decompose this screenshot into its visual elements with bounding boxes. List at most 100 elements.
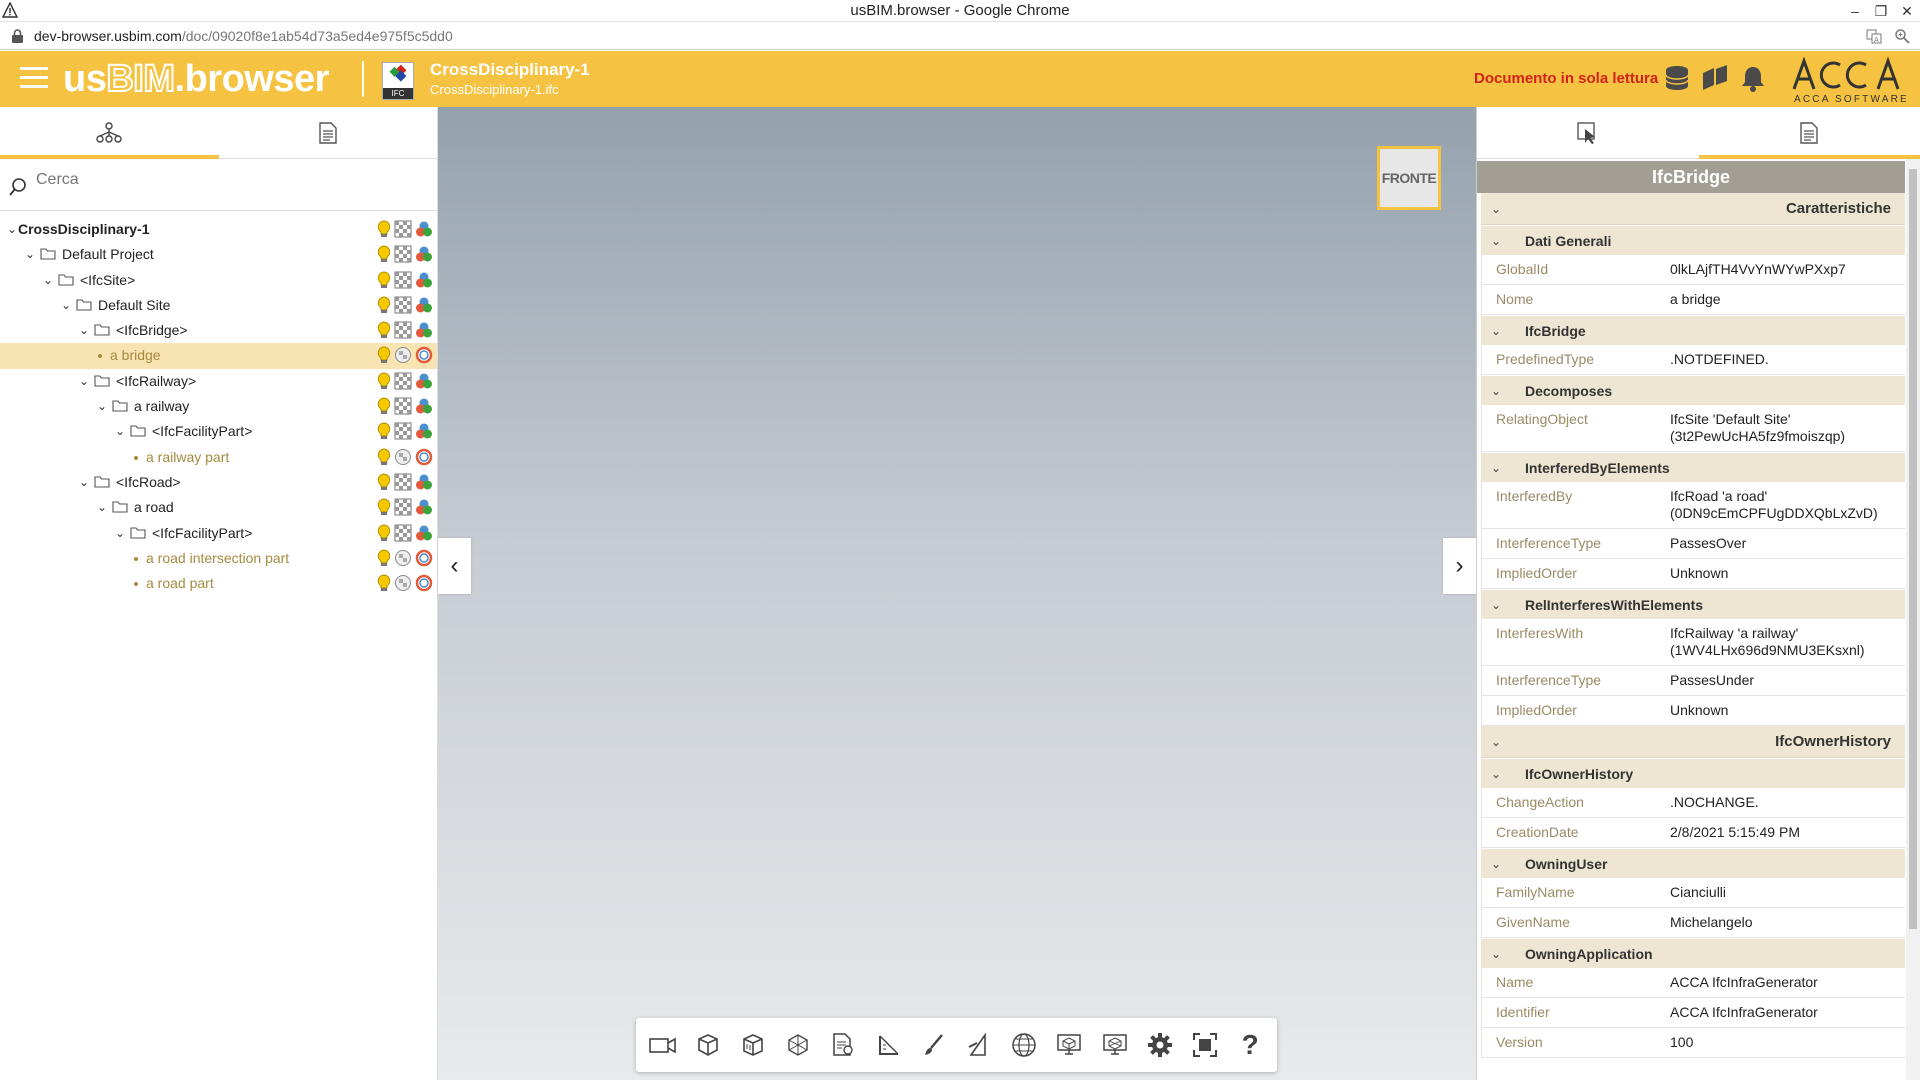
visibility-bulb-icon[interactable] bbox=[377, 422, 391, 440]
url-text[interactable]: dev-browser.usbim.com/doc/09020f8e1ab54d… bbox=[34, 22, 453, 50]
property-group-header[interactable]: ⌄ IfcBridge bbox=[1481, 315, 1905, 345]
tree-row[interactable]: ⌄ <IfcFacilityPart> bbox=[0, 521, 437, 546]
color-circles-icon[interactable] bbox=[415, 473, 433, 491]
color-circles-icon[interactable] bbox=[415, 271, 433, 289]
view-cube[interactable]: FRONTE bbox=[1377, 146, 1441, 210]
close-button[interactable]: ✕ bbox=[1894, 0, 1920, 22]
transparency-icon[interactable] bbox=[394, 524, 412, 542]
chevron-down-icon[interactable]: ⌄ bbox=[42, 268, 54, 293]
chevron-down-icon[interactable]: ⌄ bbox=[96, 495, 108, 520]
visibility-bulb-icon[interactable] bbox=[377, 296, 391, 314]
tree-row[interactable]: ⌄ a road bbox=[0, 495, 437, 520]
models-icon[interactable] bbox=[1700, 63, 1730, 93]
scrollbar-thumb[interactable] bbox=[1909, 169, 1917, 929]
transparency-icon[interactable] bbox=[394, 245, 412, 263]
model-view-2-button[interactable] bbox=[1097, 1027, 1133, 1063]
visibility-bulb-icon[interactable] bbox=[377, 271, 391, 289]
color-circles-icon[interactable] bbox=[415, 524, 433, 542]
color-ring-icon[interactable] bbox=[415, 448, 433, 466]
visibility-bulb-icon[interactable] bbox=[377, 245, 391, 263]
box-view-button[interactable] bbox=[735, 1027, 771, 1063]
cube-view-button[interactable] bbox=[690, 1027, 726, 1063]
visibility-bulb-icon[interactable] bbox=[377, 448, 391, 466]
zoom-icon[interactable] bbox=[1894, 28, 1910, 44]
fit-view-button[interactable] bbox=[1187, 1027, 1223, 1063]
measure-button[interactable] bbox=[871, 1027, 907, 1063]
transparency-icon[interactable] bbox=[394, 422, 412, 440]
chevron-down-icon[interactable]: ⌄ bbox=[78, 470, 90, 495]
tab-selection[interactable] bbox=[1477, 107, 1699, 158]
property-group-header[interactable]: ⌄ OwningApplication bbox=[1481, 938, 1905, 968]
properties-scrollbar[interactable] bbox=[1906, 159, 1920, 1080]
collapse-right-panel-button[interactable]: › bbox=[1443, 538, 1476, 594]
properties-button[interactable] bbox=[825, 1027, 861, 1063]
visibility-bulb-icon[interactable] bbox=[377, 321, 391, 339]
menu-button[interactable] bbox=[20, 67, 48, 91]
chevron-down-icon[interactable]: ⌄ bbox=[60, 293, 72, 318]
collapse-left-panel-button[interactable]: ‹ bbox=[438, 538, 471, 594]
tab-documents[interactable] bbox=[219, 107, 438, 158]
database-icon[interactable] bbox=[1662, 63, 1692, 93]
property-group-header[interactable]: ⌄ IfcOwnerHistory bbox=[1481, 758, 1905, 788]
transparency-icon[interactable] bbox=[394, 321, 412, 339]
color-circles-icon[interactable] bbox=[415, 397, 433, 415]
color-ring-icon[interactable] bbox=[415, 574, 433, 592]
color-circles-icon[interactable] bbox=[415, 422, 433, 440]
help-button[interactable]: ? bbox=[1232, 1027, 1268, 1063]
transparency-icon[interactable] bbox=[394, 397, 412, 415]
color-circles-icon[interactable] bbox=[415, 245, 433, 263]
chevron-down-icon[interactable]: ⌄ bbox=[6, 217, 18, 242]
color-ring-icon[interactable] bbox=[415, 346, 433, 364]
transparency-icon[interactable] bbox=[394, 271, 412, 289]
tree-row[interactable]: ⌄ <IfcSite> bbox=[0, 268, 437, 293]
tree-row[interactable]: ⌄ <IfcBridge> bbox=[0, 318, 437, 343]
paint-button[interactable] bbox=[916, 1027, 952, 1063]
transparency-icon[interactable] bbox=[394, 473, 412, 491]
address-bar[interactable]: dev-browser.usbim.com/doc/09020f8e1ab54d… bbox=[0, 22, 1920, 50]
visibility-bulb-icon[interactable] bbox=[377, 397, 391, 415]
visibility-bulb-icon[interactable] bbox=[377, 372, 391, 390]
transparency-icon[interactable] bbox=[394, 296, 412, 314]
clipping-plane-button[interactable] bbox=[961, 1027, 997, 1063]
restore-button[interactable]: ❐ bbox=[1868, 0, 1894, 22]
chevron-down-icon[interactable]: ⌄ bbox=[114, 521, 126, 546]
tree-row[interactable]: a railway part bbox=[0, 445, 437, 470]
globe-button[interactable] bbox=[1006, 1027, 1042, 1063]
minimize-button[interactable]: – bbox=[1842, 0, 1868, 22]
transparency-icon[interactable] bbox=[394, 346, 412, 364]
transparency-icon[interactable] bbox=[394, 574, 412, 592]
tree-row[interactable]: ⌄ Default Project bbox=[0, 242, 437, 267]
property-group-header[interactable]: ⌄ OwningUser bbox=[1481, 848, 1905, 878]
property-group-header[interactable]: ⌄ InterferedByElements bbox=[1481, 452, 1905, 482]
tree-row[interactable]: ⌄ <IfcRailway> bbox=[0, 369, 437, 394]
chevron-down-icon[interactable]: ⌄ bbox=[96, 394, 108, 419]
3d-viewport[interactable]: FRONTE ‹ › ? bbox=[438, 107, 1476, 1080]
model-view-button[interactable] bbox=[1051, 1027, 1087, 1063]
color-ring-icon[interactable] bbox=[415, 549, 433, 567]
chevron-down-icon[interactable]: ⌄ bbox=[78, 369, 90, 394]
chevron-down-icon[interactable]: ⌄ bbox=[78, 318, 90, 343]
tree-row[interactable]: ⌄ Default Site bbox=[0, 293, 437, 318]
tab-structure-tree[interactable] bbox=[0, 107, 219, 159]
transparency-icon[interactable] bbox=[394, 549, 412, 567]
tab-properties[interactable] bbox=[1698, 107, 1920, 159]
visibility-bulb-icon[interactable] bbox=[377, 549, 391, 567]
visibility-bulb-icon[interactable] bbox=[377, 220, 391, 238]
camera-button[interactable] bbox=[645, 1027, 681, 1063]
visibility-bulb-icon[interactable] bbox=[377, 346, 391, 364]
chevron-down-icon[interactable]: ⌄ bbox=[24, 242, 36, 267]
settings-button[interactable] bbox=[1142, 1027, 1178, 1063]
visibility-bulb-icon[interactable] bbox=[377, 524, 391, 542]
color-circles-icon[interactable] bbox=[415, 220, 433, 238]
property-group-header[interactable]: ⌄ RelInterferesWithElements bbox=[1481, 589, 1905, 619]
tree-row[interactable]: a bridge bbox=[0, 343, 437, 369]
transparency-icon[interactable] bbox=[394, 220, 412, 238]
transparency-icon[interactable] bbox=[394, 498, 412, 516]
color-circles-icon[interactable] bbox=[415, 296, 433, 314]
property-group-header[interactable]: ⌄ Dati Generali bbox=[1481, 225, 1905, 255]
tree-row[interactable]: a road intersection part bbox=[0, 546, 437, 571]
visibility-bulb-icon[interactable] bbox=[377, 574, 391, 592]
tree-row[interactable]: ⌄ <IfcRoad> bbox=[0, 470, 437, 495]
property-section-header[interactable]: ⌄ Caratteristiche bbox=[1481, 193, 1905, 225]
tree-row[interactable]: ⌄ <IfcFacilityPart> bbox=[0, 419, 437, 444]
